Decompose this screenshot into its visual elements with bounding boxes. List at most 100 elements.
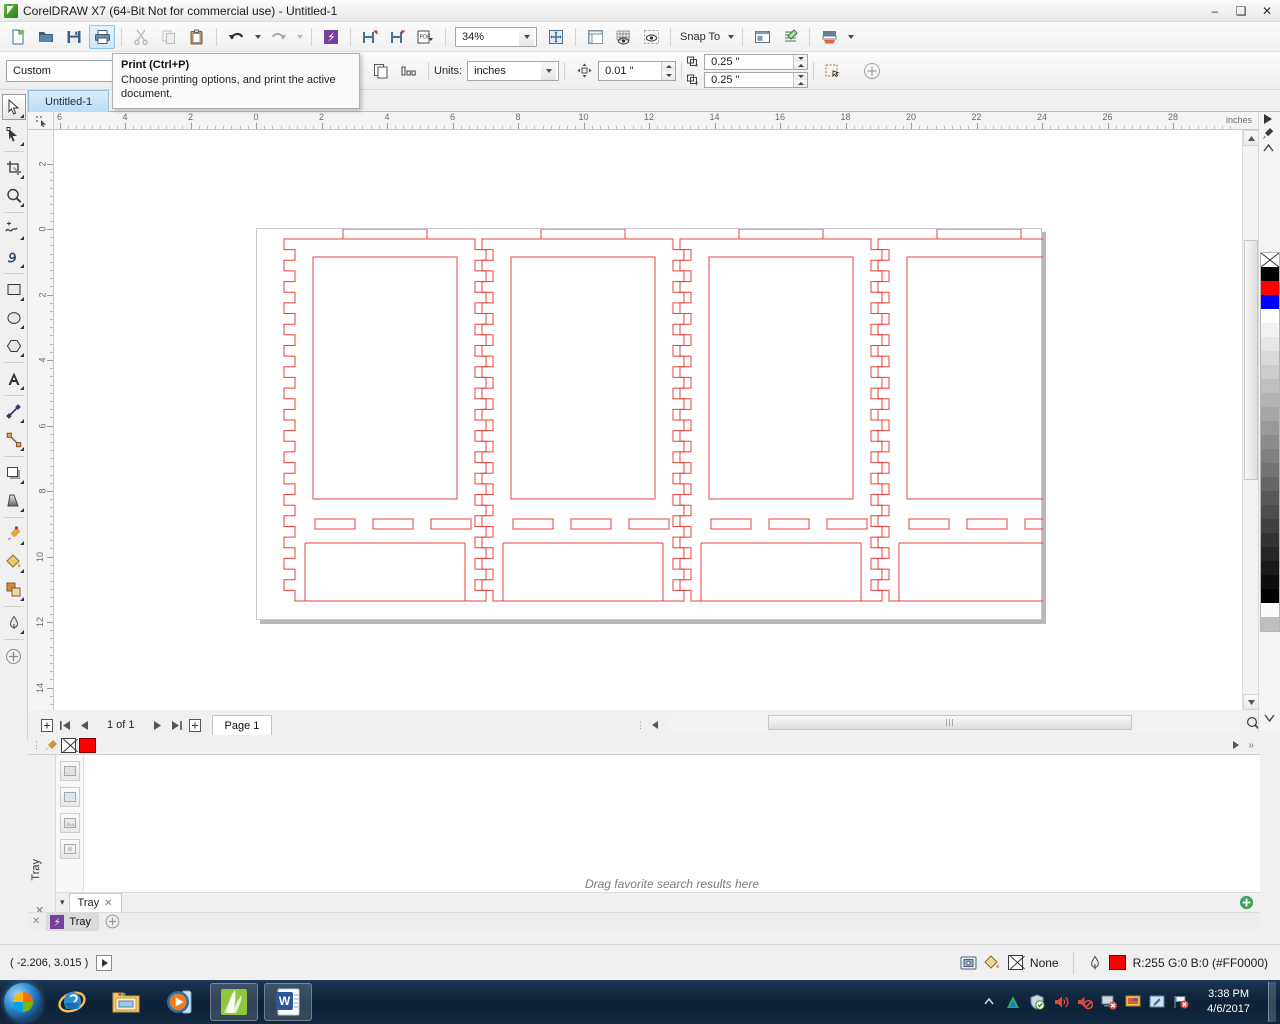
tray-tool-3-icon[interactable] [59,813,80,833]
drawing-canvas[interactable] [54,130,1244,710]
tray-action-center-icon[interactable] [1029,994,1045,1010]
document-palette-icon[interactable] [960,955,977,971]
tool-rectangle[interactable] [2,277,26,303]
undo-dropdown-icon[interactable] [251,25,263,49]
vertical-ruler[interactable]: 2 0 2 4 6 8 10 12 14 [28,130,54,710]
tray-flag-alert-icon[interactable] [1173,994,1189,1010]
tray-volume-muted-icon[interactable] [1077,994,1094,1010]
tray-network-issue-icon[interactable] [1101,994,1118,1010]
tool-polygon[interactable] [2,333,26,359]
scroll-up-icon[interactable] [1243,130,1259,146]
scroll-down-icon[interactable] [1243,694,1259,710]
taskbar-item-internet-explorer[interactable] [48,983,96,1021]
tray-tab[interactable]: Tray ✕ [68,893,122,912]
canvas-vertical-scrollbar[interactable] [1242,130,1259,710]
palette-scroll-up-icon[interactable] [1262,144,1274,152]
duplicate-x-input[interactable]: 0.25 " [704,53,809,70]
palette-swatch-16[interactable] [1261,491,1279,505]
palette-swatch-8[interactable] [1261,379,1279,393]
snap-to-dropdown-icon[interactable] [724,25,736,49]
palette-swatch-2[interactable] [1261,295,1279,309]
laser-cut-box-panels-artwork[interactable] [257,229,1043,621]
colorstrip-grip[interactable]: ⋮ [32,740,41,751]
open-document-icon[interactable] [33,25,59,49]
fill-none-swatch[interactable] [61,737,76,753]
options-icon[interactable] [749,25,775,49]
tool-outline-pen[interactable] [2,610,26,636]
palette-swatch-18[interactable] [1261,519,1279,533]
publish-to-pdf-icon[interactable]: PDF [413,25,439,49]
object-styles-icon[interactable] [777,25,803,49]
tray-tool-2-icon[interactable] [59,787,80,807]
tray-tool-4-icon[interactable] [59,839,80,859]
document-tab-untitled-1[interactable]: Untitled-1 [28,90,110,112]
connect-icon[interactable] [318,25,344,49]
import-icon[interactable] [357,25,383,49]
colorstrip-expand-icon[interactable]: » [1248,740,1254,751]
export-icon[interactable] [385,25,411,49]
palette-swatch-3[interactable] [1261,309,1279,323]
statusbar-expand-button[interactable] [96,954,113,971]
application-launcher-dropdown-icon[interactable] [844,25,856,49]
current-page-icon[interactable] [396,59,422,83]
palette-swatch-7[interactable] [1261,365,1279,379]
palette-swatch-23[interactable] [1261,589,1279,603]
tray-content-area[interactable]: Drag favorite search results here [84,755,1260,898]
page-tab-page-1[interactable]: Page 1 [211,715,273,735]
new-document-icon[interactable] [5,25,31,49]
save-document-icon[interactable] [61,25,87,49]
units-combo[interactable]: inches [467,60,560,81]
paste-icon[interactable] [184,25,210,49]
tool-pick[interactable] [1,94,26,120]
horizontal-ruler[interactable]: 6 4 2 0 2 4 6 8 10 12 14 16 18 20 22 24 26 28 inches [54,112,1258,130]
all-pages-icon[interactable] [368,59,394,83]
palette-swatch-4[interactable] [1261,323,1279,337]
palette-swatch-25[interactable] [1261,617,1279,631]
tray-tool-1-icon[interactable] [59,761,80,781]
snap-to-label[interactable]: Snap To [680,31,720,43]
add-page-end-icon[interactable] [187,717,204,734]
palette-swatch-6[interactable] [1261,351,1279,365]
tool-text[interactable] [2,366,26,392]
tray-volume-icon[interactable] [1053,994,1069,1010]
tool-straight-line-connector[interactable] [2,427,26,453]
horizontal-scrollbar-thumb[interactable]: ||| [768,715,1132,730]
show-grid-icon[interactable] [610,25,636,49]
show-guidelines-icon[interactable] [638,25,664,49]
palette-swatch-20[interactable] [1261,547,1279,561]
zoom-dropdown-icon[interactable] [519,27,534,46]
pagenav-grip[interactable]: ⋮ [636,720,645,731]
application-launcher-icon[interactable] [816,25,842,49]
undo-icon[interactable] [223,25,249,49]
add-page-start-icon[interactable] [38,717,55,734]
taskbar-item-coreldraw[interactable] [210,983,258,1021]
palette-scroll-down-icon[interactable] [1264,714,1275,722]
palette-swatch-22[interactable] [1261,575,1279,589]
tool-interactive-fill[interactable] [2,549,26,575]
close-button[interactable]: ✕ [1254,0,1280,22]
tray-add-icon[interactable] [1239,895,1260,910]
tool-color-eyedropper[interactable] [2,521,26,547]
first-page-icon[interactable] [57,717,74,734]
treat-as-filled-icon[interactable] [820,59,846,83]
palette-swatch-1[interactable] [1261,281,1279,295]
taskbar-item-windows-explorer[interactable] [102,983,150,1021]
tray-menu-caret-icon[interactable]: ▾ [60,897,65,908]
taskbar-clock[interactable]: 3:38 PM 4/6/2017 [1197,987,1260,1017]
palette-swatch-21[interactable] [1261,561,1279,575]
add-button[interactable] [859,59,885,83]
palette-flyout-icon[interactable] [1263,114,1273,124]
previous-page-icon[interactable] [76,717,93,734]
duplicate-x-spinner[interactable] [793,54,808,69]
palette-swatch-9[interactable] [1261,393,1279,407]
tool-artistic-media[interactable] [2,244,26,270]
tool-transparency[interactable] [2,488,26,514]
tray-status-badge[interactable]: Tray [46,912,99,931]
fill-none-indicator[interactable] [1007,955,1023,970]
tool-freehand[interactable] [2,216,26,242]
last-page-icon[interactable] [168,717,185,734]
tray-display-icon[interactable] [1125,994,1141,1010]
tray-status-add-icon[interactable] [105,914,120,929]
tool-parallel-dimension[interactable] [2,399,26,425]
duplicate-y-spinner[interactable] [793,72,808,87]
